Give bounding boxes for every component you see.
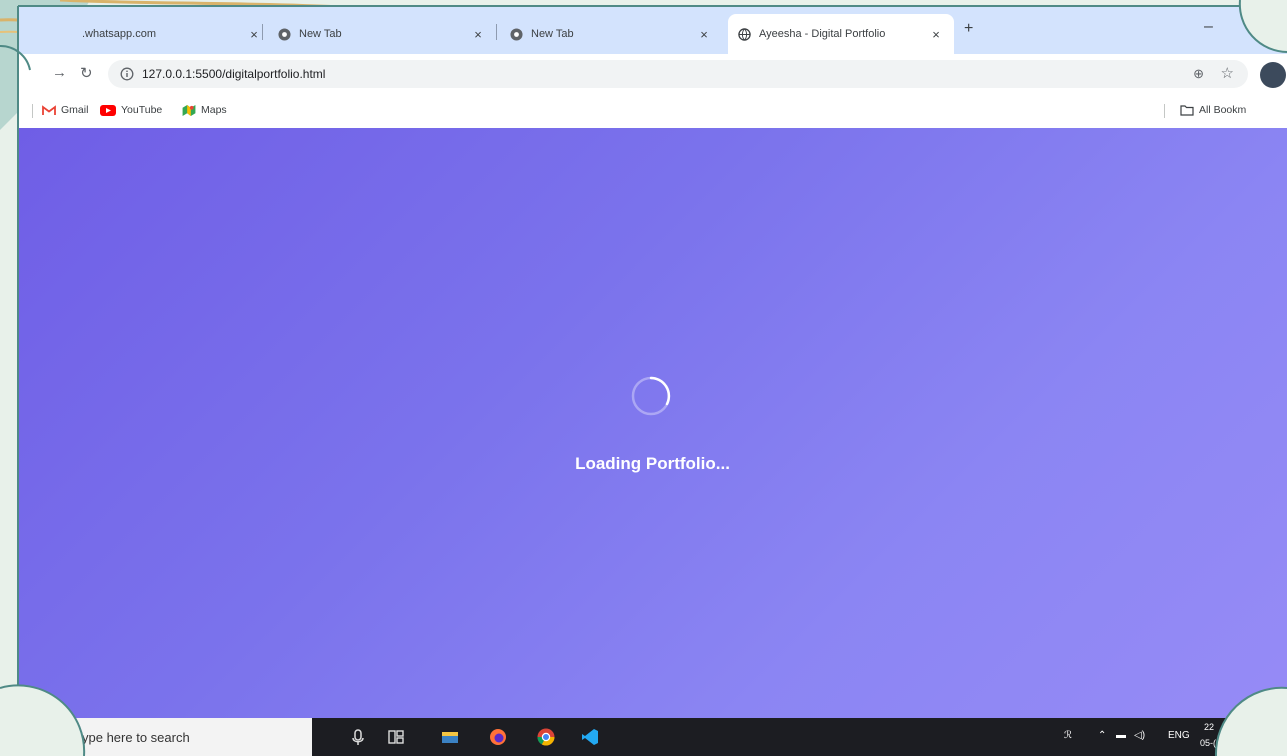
tab-close-button[interactable]: ×: [246, 27, 262, 42]
zoom-icon[interactable]: ⊕: [1193, 66, 1204, 82]
tab-strip: .whatsapp.com × New Tab × New Tab × Ayee…: [18, 6, 1287, 54]
profile-avatar[interactable]: [1260, 62, 1286, 88]
chrome-icon: [278, 27, 291, 41]
chrome-taskbar-icon[interactable]: [536, 727, 556, 747]
tab-new-tab-1[interactable]: New Tab ×: [268, 14, 496, 54]
minimize-button[interactable]: –: [1204, 18, 1213, 36]
bookmarks-bar: Gmail YouTube Maps All Bookm: [18, 94, 1287, 129]
all-bookmarks-label: All Bookm: [1199, 104, 1247, 116]
bookmark-separator: [1164, 104, 1165, 118]
bookmark-star-icon[interactable]: ☆: [1221, 64, 1234, 82]
all-bookmarks-button[interactable]: All Bookm: [1180, 104, 1246, 116]
clock-time[interactable]: 22: [1204, 722, 1214, 732]
globe-icon: [738, 27, 751, 41]
youtube-icon: [100, 104, 116, 116]
file-explorer-icon[interactable]: [440, 727, 460, 747]
tab-separator: [496, 24, 497, 40]
tab-close-button[interactable]: ×: [696, 27, 712, 42]
browser-window: .whatsapp.com × New Tab × New Tab × Ayee…: [18, 6, 1287, 756]
address-bar[interactable]: 127.0.0.1:5500/digitalportfolio.html ⊕ ☆: [108, 60, 1248, 88]
people-icon[interactable]: ℛ: [1064, 730, 1072, 741]
bookmark-label: Gmail: [61, 104, 89, 116]
forward-icon[interactable]: →: [52, 64, 67, 81]
firefox-icon[interactable]: [488, 727, 508, 747]
bookmark-separator: [32, 104, 33, 118]
tab-label: New Tab: [299, 28, 342, 40]
taskbar-search-input[interactable]: ype here to search: [62, 718, 312, 756]
tab-digital-portfolio[interactable]: Ayeesha - Digital Portfolio ×: [728, 14, 954, 54]
tab-label: Ayeesha - Digital Portfolio: [759, 28, 886, 40]
loading-text: Loading Portfolio...: [575, 454, 730, 473]
tab-separator: [262, 24, 263, 40]
chrome-icon: [510, 27, 523, 41]
battery-icon[interactable]: ▬: [1116, 730, 1126, 741]
reload-icon[interactable]: ↻: [80, 64, 93, 82]
loading-spinner: [631, 376, 671, 416]
tab-close-button[interactable]: ×: [470, 27, 486, 42]
bookmark-gmail[interactable]: Gmail: [42, 104, 88, 116]
bookmark-label: YouTube: [121, 104, 163, 116]
clock-date[interactable]: 05-(: [1200, 738, 1216, 748]
maps-icon: [182, 104, 196, 116]
page-viewport: Loading Portfolio...: [18, 128, 1287, 718]
tab-label: New Tab: [531, 28, 574, 40]
gmail-icon: [42, 104, 56, 115]
search-placeholder: ype here to search: [82, 729, 190, 745]
url-text[interactable]: 127.0.0.1:5500/digitalportfolio.html: [142, 67, 325, 81]
task-view-icon[interactable]: [386, 727, 406, 747]
tab-new-tab-2[interactable]: New Tab ×: [500, 14, 722, 54]
new-tab-button[interactable]: +: [964, 20, 973, 38]
tab-close-button[interactable]: ×: [928, 27, 944, 42]
site-info-icon[interactable]: [120, 67, 134, 81]
tab-label: .whatsapp.com: [82, 28, 156, 40]
bookmark-label: Maps: [201, 104, 227, 116]
language-indicator[interactable]: ENG: [1168, 730, 1190, 741]
chevron-up-icon[interactable]: ⌃: [1098, 730, 1106, 741]
bookmark-youtube[interactable]: YouTube: [100, 104, 162, 116]
vscode-icon[interactable]: [580, 727, 600, 747]
bookmark-maps[interactable]: Maps: [182, 104, 227, 116]
volume-icon[interactable]: ◁): [1134, 730, 1145, 741]
folder-icon: [1180, 104, 1194, 116]
taskbar: ype here to search ℛ ⌃ ▬ ◁) ENG 22 05-(: [18, 718, 1287, 756]
tab-whatsapp[interactable]: .whatsapp.com ×: [72, 14, 272, 54]
browser-toolbar: → ↻ 127.0.0.1:5500/digitalportfolio.html…: [18, 54, 1287, 94]
microphone-icon[interactable]: [348, 727, 368, 747]
